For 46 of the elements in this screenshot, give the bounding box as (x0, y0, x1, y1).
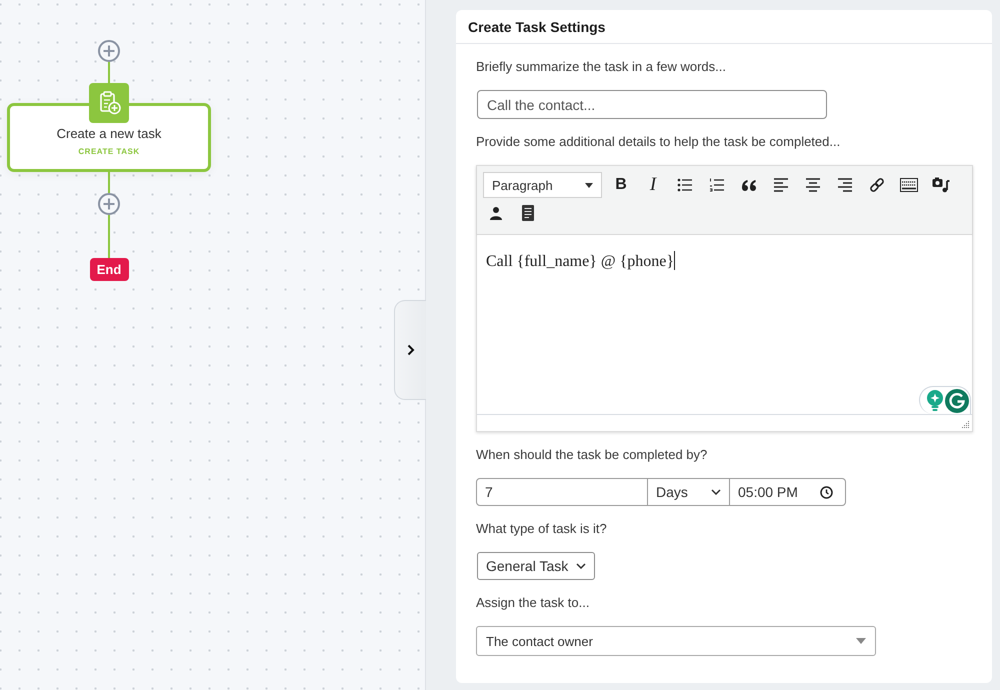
link-icon (869, 177, 885, 193)
field-label: Provide some additional details to help the task be completed... (476, 134, 842, 150)
camera-note-icon (932, 177, 950, 193)
caret-down-icon (856, 638, 866, 644)
add-step-icon[interactable] (98, 193, 120, 215)
add-step-icon[interactable] (98, 40, 120, 62)
chevron-right-icon (406, 344, 414, 356)
block-format-select[interactable]: Paragraph (483, 172, 602, 198)
due-amount-field[interactable]: 7 (476, 478, 648, 506)
card-title: Create Task Settings (468, 18, 606, 34)
task-node[interactable]: Create a new task CREATE TASK (7, 103, 211, 172)
details-editor-field[interactable]: Call {full_name} @ {phone} (477, 235, 972, 414)
chevron-down-icon (576, 563, 586, 569)
numbered-list-icon (709, 177, 725, 193)
node-title: Create a new task (56, 126, 162, 142)
writing-assistant-widget[interactable] (919, 386, 971, 414)
lightbulb-icon (926, 390, 944, 412)
task-summary-field[interactable]: Call the contact... (477, 90, 827, 119)
field-label: Briefly summarize the task in a few words... (476, 59, 727, 75)
clipboard-plus-icon (89, 83, 129, 123)
bullet-list-icon (677, 177, 693, 193)
due-unit-select[interactable]: Days (648, 478, 730, 506)
align-right-icon (837, 178, 853, 192)
chevron-down-icon (711, 489, 721, 495)
bold-button[interactable]: B (605, 171, 637, 199)
connector-line (108, 62, 110, 83)
italic-button[interactable]: I (637, 171, 669, 199)
end-node: End (90, 258, 128, 281)
task-type-select[interactable]: General Task (477, 552, 595, 580)
assignee-select[interactable]: The contact owner (476, 626, 876, 656)
connector-line (108, 215, 110, 258)
quote-icon (741, 178, 757, 192)
caret-down-icon (585, 182, 593, 188)
node-type-label: CREATE TASK (77, 146, 141, 158)
person-icon (489, 206, 503, 220)
field-label: When should the task be completed by? (476, 447, 708, 463)
keyboard-icon (900, 178, 918, 192)
document-icon (522, 205, 534, 221)
align-center-icon (805, 178, 821, 192)
due-time-field[interactable]: 05:00 PM (730, 478, 846, 506)
field-label: Assign the task to... (476, 595, 590, 611)
text-cursor (674, 251, 676, 270)
connector-line (108, 172, 110, 193)
align-left-icon (773, 178, 789, 192)
clock-icon (820, 486, 833, 498)
field-label: What type of task is it? (476, 521, 608, 537)
